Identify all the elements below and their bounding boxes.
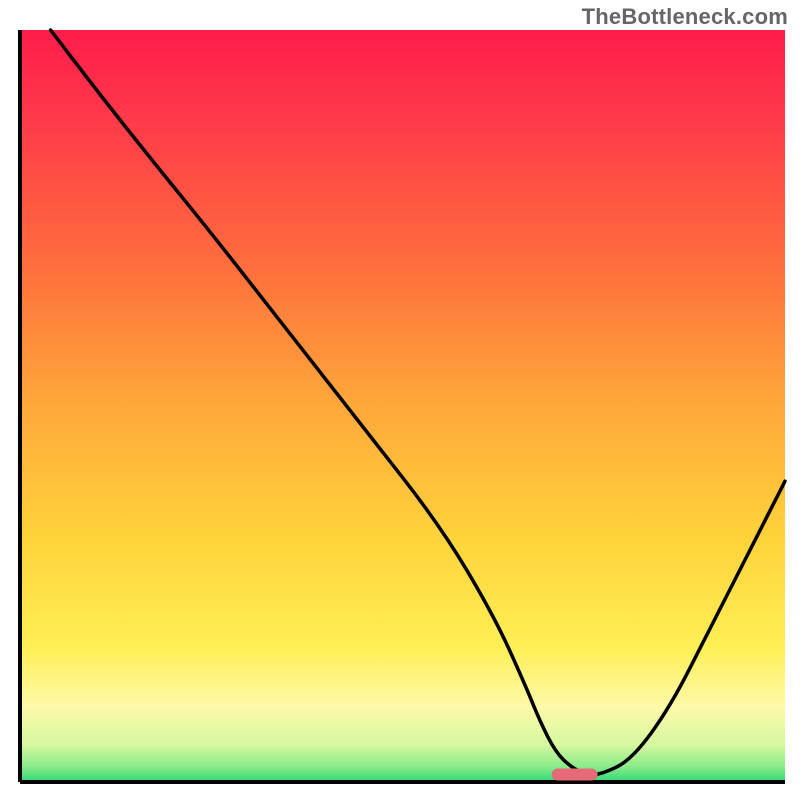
optimal-marker [552, 768, 598, 780]
plot-background [20, 30, 785, 782]
watermark-text: TheBottleneck.com [582, 4, 788, 30]
chart-container: TheBottleneck.com [0, 0, 800, 800]
bottleneck-chart [0, 0, 800, 800]
